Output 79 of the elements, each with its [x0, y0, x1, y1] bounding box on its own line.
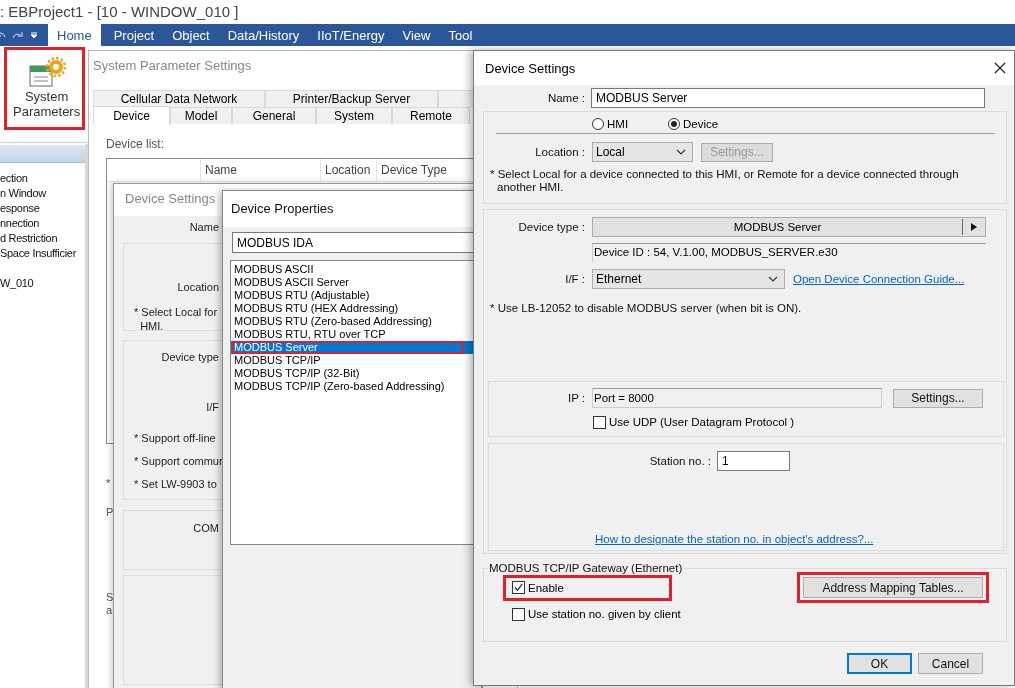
note-text: * Support commur	[134, 454, 223, 468]
ip-field[interactable]: Port = 8000	[592, 388, 882, 408]
window-title: : EBProject1 - [10 - WINDOW_010 ]	[0, 2, 239, 22]
ribbon-tab[interactable]: Home	[48, 24, 101, 46]
ribbon-tab[interactable]: Object	[163, 24, 219, 46]
field-label: Device type :	[517, 221, 585, 233]
dialog-title: Device Settings	[485, 60, 576, 76]
device-type-field[interactable]: MODBUS Server	[592, 217, 986, 237]
tree-item[interactable]: Space Insufficier	[0, 246, 85, 261]
tree-item[interactable]: d Restriction	[0, 231, 85, 246]
address-mapping-button[interactable]: Address Mapping Tables...	[803, 577, 983, 598]
dialog-button[interactable]: OK	[847, 653, 912, 674]
dialog-button[interactable]: Cancel	[918, 653, 983, 674]
tab[interactable]: Printer/Backup Server	[265, 90, 438, 107]
radio-button[interactable]	[592, 118, 604, 130]
radio-label[interactable]: HMI	[607, 118, 629, 130]
tab[interactable]: System	[316, 107, 392, 124]
radio-label[interactable]: Device	[683, 118, 719, 130]
device-list-label: Device list:	[106, 137, 165, 151]
document-gear-icon	[26, 57, 67, 89]
tree-item[interactable]: esponse	[0, 201, 85, 216]
redo-icon[interactable]	[12, 30, 24, 40]
chevron-down-icon	[676, 149, 686, 155]
text-fragment: *	[106, 477, 111, 489]
note-text: * Support off-line	[134, 431, 216, 445]
field-label: I/F :	[564, 273, 585, 285]
tab[interactable]: Remote	[392, 107, 470, 124]
checkbox[interactable]	[593, 415, 606, 429]
device-id-text: Device ID : 54, V.1.00, MODBUS_SERVER.e30	[592, 243, 986, 262]
checkbox[interactable]	[512, 607, 525, 621]
ribbon-tab[interactable]: Tool	[439, 24, 482, 46]
triangle-right-icon	[971, 223, 977, 231]
tree-item[interactable]: nnection	[0, 216, 85, 231]
field-label: Name :	[546, 92, 585, 104]
text-fragment: a	[106, 604, 113, 616]
field-label: Device type	[161, 351, 219, 363]
checkbox-label[interactable]: Use UDP (User Datagram Protocol )	[609, 416, 795, 428]
column-header[interactable]: Name	[201, 159, 321, 181]
ribbon-tab[interactable]: View	[393, 24, 440, 46]
field-label: Location :	[534, 146, 585, 158]
field-label: Station no. :	[648, 455, 711, 467]
guide-link[interactable]: Open Device Connection Guide...	[793, 273, 965, 285]
field-label: IP :	[566, 392, 585, 404]
field-label: Name	[189, 221, 219, 233]
tab[interactable]: Cellular Data Network	[93, 90, 265, 107]
ribbon-tab[interactable]: Data/History	[218, 24, 309, 46]
dropdown-icon[interactable]	[30, 31, 38, 39]
name-field[interactable]: MODBUS Server	[591, 88, 985, 108]
ribbon-tab[interactable]: IIoT/Energy	[308, 24, 394, 46]
group-title: MODBUS TCP/IP Gateway (Ethernet)	[488, 562, 684, 574]
field-label: COM	[193, 522, 219, 534]
checkbox-label[interactable]: Enable	[528, 581, 564, 594]
field-label: I/F	[206, 401, 219, 413]
field-label: Location	[177, 281, 219, 293]
column-header[interactable]: Location	[321, 159, 377, 181]
chevron-down-icon	[768, 276, 778, 282]
location-dropdown[interactable]: Local	[592, 142, 693, 162]
checkbox-label[interactable]: Use station no. given by client	[528, 608, 681, 620]
text-fragment: P	[106, 506, 114, 518]
ribbon-tab[interactable]: Project	[104, 24, 164, 46]
tab[interactable]: Model	[170, 107, 232, 124]
window-title: System Parameter Settings	[93, 58, 252, 73]
station-field[interactable]: 1	[717, 451, 790, 471]
tree-item[interactable]: W_010	[0, 276, 85, 291]
close-icon[interactable]	[994, 62, 1006, 74]
tab[interactable]: General	[232, 107, 316, 124]
note-text: * Select Local for HMI.	[134, 305, 218, 333]
radio-button[interactable]	[668, 118, 680, 130]
settings-button[interactable]: Settings...	[893, 388, 983, 408]
note-text: * Use LB-12052 to disable MODBUS server (when bit is ON).	[489, 302, 803, 315]
tree-item[interactable]: n Window	[0, 186, 85, 201]
note-text: * Set LW-9903 to	[134, 477, 217, 491]
help-link[interactable]: How to designate the station no. in object's address?...	[595, 533, 1003, 545]
tab[interactable]: Device	[93, 106, 170, 125]
tree-item[interactable]: ection	[0, 171, 85, 186]
system-parameters-button[interactable]: System Parameters	[7, 50, 87, 127]
text-fragment: S	[106, 591, 114, 603]
checkbox[interactable]	[512, 581, 525, 594]
interface-dropdown[interactable]: Ethernet	[592, 269, 785, 289]
